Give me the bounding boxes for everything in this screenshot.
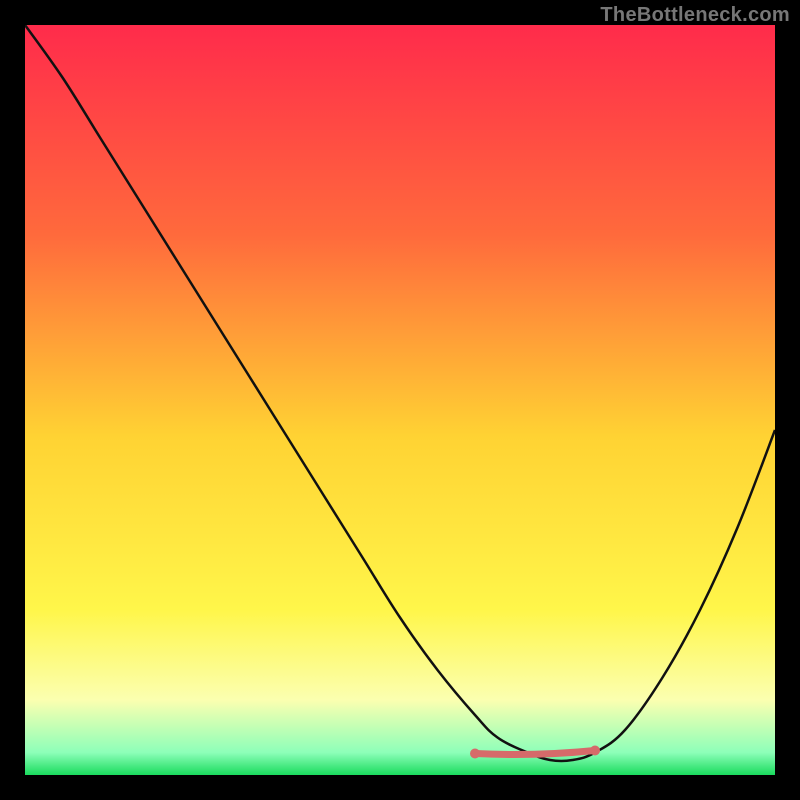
optimal-range-marker xyxy=(475,751,595,755)
chart-container: TheBottleneck.com xyxy=(0,0,800,800)
bottleneck-curve-layer xyxy=(25,25,775,775)
bottleneck-curve xyxy=(25,25,775,761)
optimal-range-dot-right xyxy=(590,746,600,756)
watermark-text: TheBottleneck.com xyxy=(600,4,790,27)
optimal-range-dot-left xyxy=(470,749,480,759)
plot-area xyxy=(25,25,775,775)
